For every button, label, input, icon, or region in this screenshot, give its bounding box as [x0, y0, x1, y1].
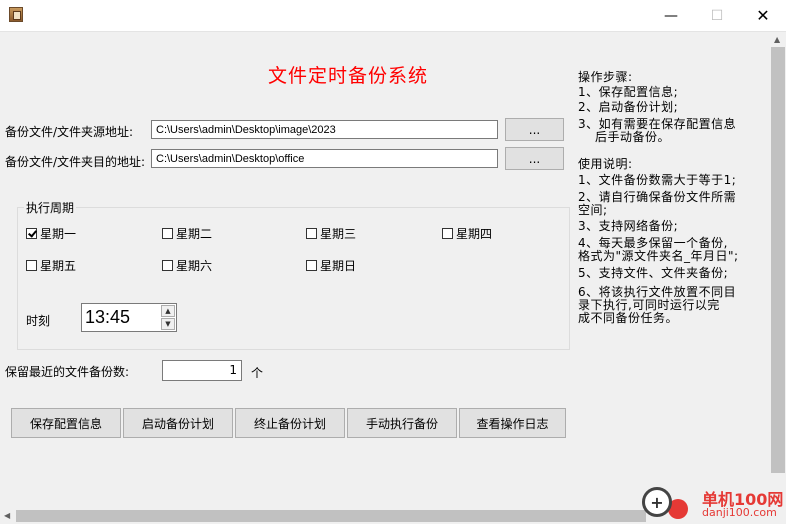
dest-path-label: 备份文件/文件夹目的地址:: [5, 155, 146, 169]
day-checkbox-wed[interactable]: 星期三: [306, 225, 356, 242]
view-log-button[interactable]: 查看操作日志: [459, 408, 566, 438]
day-checkbox-sat[interactable]: 星期六: [162, 257, 212, 274]
checkbox-icon: [162, 260, 173, 271]
checkbox-icon: [26, 260, 37, 271]
day-label: 星期三: [320, 227, 357, 241]
dest-browse-button[interactable]: ...: [505, 147, 564, 170]
day-checkbox-tue[interactable]: 星期二: [162, 225, 212, 242]
steps-line: 后手动备份。: [595, 130, 671, 144]
title-bar: — ☐ ✕: [0, 0, 786, 32]
scroll-up-icon[interactable]: ▲: [774, 35, 780, 44]
retention-count-input[interactable]: 1: [162, 360, 242, 381]
steps-heading: 操作步骤:: [578, 70, 633, 84]
save-config-button[interactable]: 保存配置信息: [11, 408, 121, 438]
time-value: 13:45: [85, 307, 131, 327]
source-browse-button[interactable]: ...: [505, 118, 564, 141]
spin-down-icon[interactable]: ▼: [161, 318, 175, 330]
retention-unit: 个: [251, 366, 264, 380]
app-icon: [9, 7, 23, 22]
source-path-input[interactable]: C:\Users\admin\Desktop\image\2023: [151, 120, 498, 139]
dest-path-input[interactable]: C:\Users\admin\Desktop\office: [151, 149, 498, 168]
time-label: 时刻: [26, 314, 51, 328]
manual-backup-button[interactable]: 手动执行备份: [347, 408, 457, 438]
usage-line: 空间;: [578, 203, 608, 217]
vertical-scroll-thumb[interactable]: [771, 47, 785, 473]
checkbox-icon: [306, 260, 317, 271]
maximize-button[interactable]: ☐: [694, 0, 740, 31]
day-label: 星期二: [176, 227, 213, 241]
usage-line: 1、文件备份数需大于等于1;: [578, 173, 737, 187]
checkbox-icon: [306, 228, 317, 239]
checkbox-checked-icon: [26, 228, 37, 239]
close-button[interactable]: ✕: [740, 0, 786, 31]
day-label: 星期一: [40, 227, 77, 241]
day-checkbox-thu[interactable]: 星期四: [442, 225, 492, 242]
watermark-plus-icon: +: [642, 487, 672, 517]
usage-line: 3、支持网络备份;: [578, 219, 679, 233]
day-checkbox-mon[interactable]: 星期一: [26, 225, 76, 242]
page-title: 文件定时备份系统: [268, 65, 429, 87]
steps-line: 1、保存配置信息;: [578, 85, 679, 99]
stop-backup-button[interactable]: 终止备份计划: [235, 408, 345, 438]
day-label: 星期六: [176, 259, 213, 273]
minimize-button[interactable]: —: [648, 0, 694, 31]
time-picker[interactable]: 13:45 ▲ ▼: [81, 303, 177, 332]
start-backup-button[interactable]: 启动备份计划: [123, 408, 233, 438]
day-checkbox-sun[interactable]: 星期日: [306, 257, 356, 274]
watermark-site-url: danji100.com: [702, 506, 777, 519]
day-checkbox-fri[interactable]: 星期五: [26, 257, 76, 274]
source-path-label: 备份文件/文件夹源地址:: [5, 125, 134, 139]
scroll-left-icon[interactable]: ◀: [4, 511, 10, 520]
horizontal-scroll-thumb[interactable]: [16, 510, 646, 522]
spin-up-icon[interactable]: ▲: [161, 305, 175, 317]
usage-line: 成不同备份任务。: [578, 311, 679, 325]
checkbox-icon: [162, 228, 173, 239]
usage-line: 格式为"源文件夹名_年月日";: [578, 249, 739, 263]
checkbox-icon: [442, 228, 453, 239]
steps-line: 2、启动备份计划;: [578, 100, 679, 114]
schedule-group-title: 执行周期: [24, 199, 77, 216]
usage-line: 5、支持文件、文件夹备份;: [578, 266, 729, 280]
day-label: 星期日: [320, 259, 357, 273]
day-label: 星期四: [456, 227, 493, 241]
retention-label: 保留最近的文件备份数:: [5, 365, 130, 379]
usage-heading: 使用说明:: [578, 157, 633, 171]
day-label: 星期五: [40, 259, 77, 273]
